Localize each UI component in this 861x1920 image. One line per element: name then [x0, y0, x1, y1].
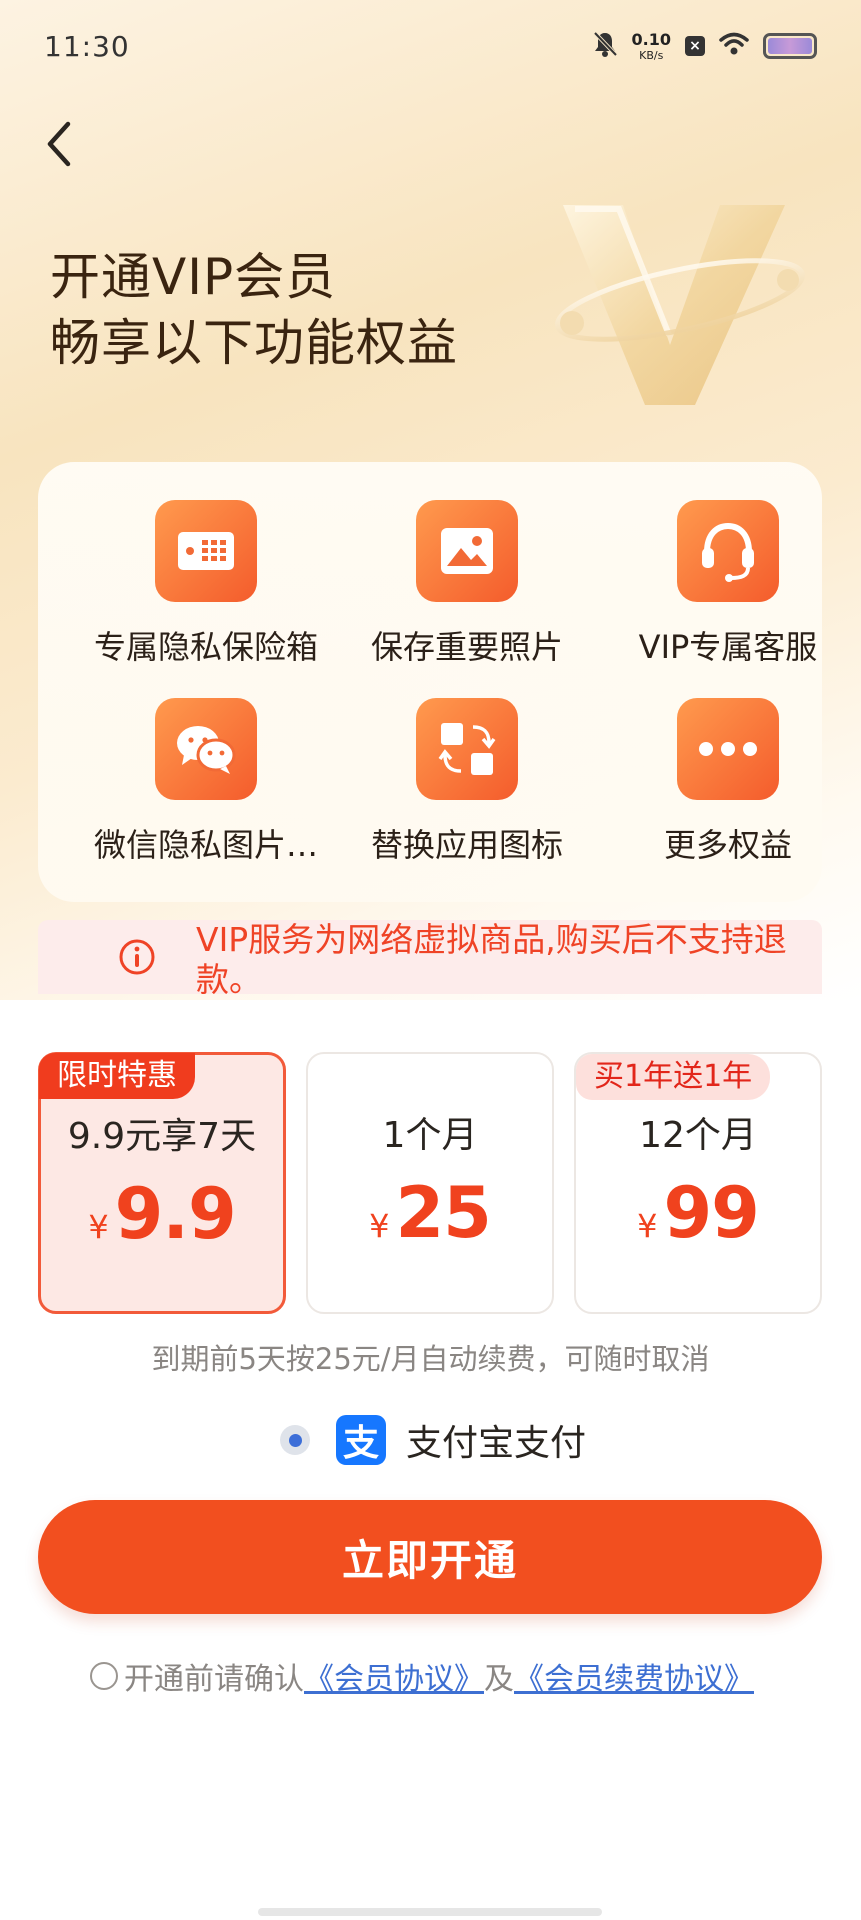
activate-now-button[interactable]: 立即开通: [38, 1500, 822, 1614]
page-title: 开通VIP会员 畅享以下功能权益: [50, 244, 458, 376]
agreement-checkbox[interactable]: [90, 1662, 118, 1690]
more-dots-icon: [677, 698, 779, 800]
net-speed: 0.10 KB/s: [631, 29, 671, 62]
feature-wechat-private[interactable]: 微信隐私图片…: [75, 660, 337, 864]
sim-x-icon: ×: [685, 36, 705, 56]
info-icon: [119, 939, 155, 975]
price-amount: 99: [663, 1172, 759, 1254]
feature-save-photos[interactable]: 保存重要照片: [336, 462, 598, 666]
refund-notice: VIP服务为网络虚拟商品,购买后不支持退款。: [38, 920, 822, 994]
feature-private-safe[interactable]: 专属隐私保险箱: [75, 462, 337, 666]
feature-label: 微信隐私图片…: [93, 826, 318, 864]
feature-vip-support[interactable]: VIP专属客服: [597, 462, 859, 666]
status-time: 11:30: [44, 30, 130, 63]
auto-renew-note: 到期前5天按25元/月自动续费，可随时取消: [151, 1342, 710, 1376]
agreement-prefix: 开通前请确认: [124, 1662, 304, 1697]
photo-icon: [416, 500, 518, 602]
title-line-2: 畅享以下功能权益: [50, 314, 458, 372]
currency-symbol: ¥: [637, 1207, 658, 1245]
vip-v-emblem: [545, 195, 815, 435]
plan-name: 1个月: [382, 1115, 478, 1156]
plan-price: ¥ 25: [308, 1172, 552, 1254]
renewal-agreement-link[interactable]: 《会员续费协议》: [514, 1654, 754, 1698]
home-indicator[interactable]: [258, 1908, 602, 1916]
plan-card-yearly[interactable]: 买1年送1年 12个月 ¥ 99: [574, 1052, 822, 1314]
currency-symbol: ¥: [369, 1207, 390, 1245]
alipay-icon: 支: [336, 1415, 386, 1465]
member-agreement-link[interactable]: 《会员协议》: [304, 1654, 484, 1698]
net-speed-value: 0.10: [631, 29, 671, 49]
price-amount: 25: [395, 1172, 491, 1254]
net-speed-unit: KB/s: [639, 48, 664, 62]
feature-label: 更多权益: [663, 826, 792, 864]
feature-more-benefits[interactable]: 更多权益: [597, 660, 859, 864]
plan-price: ¥ 9.9: [41, 1173, 283, 1255]
payment-method-alipay[interactable]: 支 支付宝支付: [280, 1412, 586, 1468]
plan-card-trial[interactable]: 限时特惠 9.9元享7天 ¥ 9.9: [38, 1052, 286, 1314]
plan-badge: 买1年送1年: [576, 1054, 771, 1100]
wifi-icon: [719, 32, 749, 60]
status-bar: 11:30 0.10 KB/s ×: [0, 0, 861, 100]
payment-radio[interactable]: [280, 1425, 310, 1455]
status-icons: 0.10 KB/s ×: [592, 30, 817, 62]
plan-badge: 限时特惠: [39, 1053, 195, 1099]
plan-name: 12个月: [639, 1115, 757, 1156]
feature-replace-icon[interactable]: 替换应用图标: [336, 660, 598, 864]
plan-name: 9.9元享7天: [67, 1116, 257, 1157]
notice-text: VIP服务为网络虚拟商品,购买后不支持退款。: [196, 920, 787, 994]
headset-icon: [677, 500, 779, 602]
price-amount: 9.9: [114, 1173, 237, 1255]
wechat-icon: [155, 698, 257, 800]
agreement-conj: 及: [484, 1662, 514, 1697]
currency-symbol: ¥: [88, 1208, 109, 1246]
plan-price: ¥ 99: [576, 1172, 820, 1254]
battery-icon: [763, 33, 817, 59]
payment-label: 支付宝支付: [406, 1423, 587, 1464]
title-line-1: 开通VIP会员: [50, 248, 337, 306]
feature-label: 替换应用图标: [370, 826, 563, 864]
back-button[interactable]: [40, 116, 80, 172]
features-card: 专属隐私保险箱 保存重要照片 VIP专属客服 微信隐私图片… 替换应用图标 更多…: [38, 462, 822, 902]
bell-muted-icon: [592, 30, 618, 62]
swap-icon: [416, 698, 518, 800]
chevron-left-icon: [47, 121, 71, 167]
safe-box-icon: [155, 500, 257, 602]
plan-card-monthly[interactable]: 1个月 ¥ 25: [306, 1052, 554, 1314]
agreement-row: 开通前请确认 《会员协议》 及 《会员续费协议》: [90, 1654, 754, 1698]
